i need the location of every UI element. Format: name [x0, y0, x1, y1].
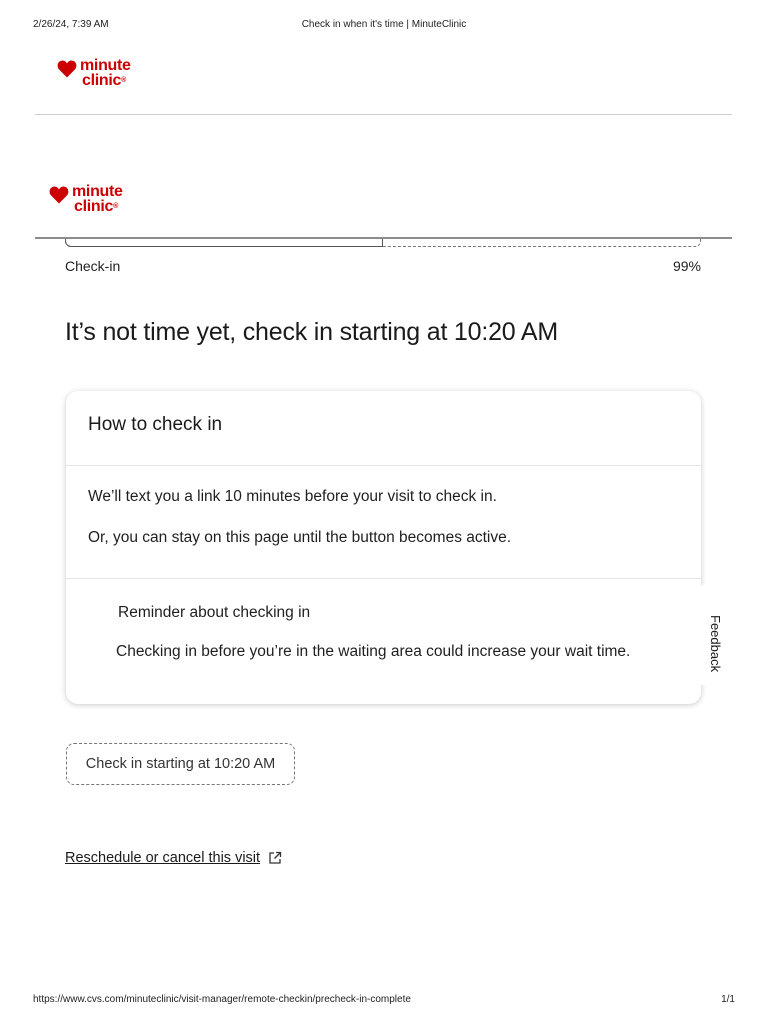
print-footer-page: 1/1 [721, 994, 735, 1005]
card-body-text-2: Or, you can stay on this page until the … [88, 529, 512, 546]
progress-step-label: Check-in [65, 258, 121, 274]
heart-icon [57, 60, 77, 78]
logo-word-clinic-wrap: clinic® [72, 198, 123, 215]
check-in-button[interactable]: Check in starting at 10:20 AM [66, 743, 295, 785]
logo-wordmark: minute clinic® [80, 57, 131, 89]
reminder-section: Reminder about checking in Checking in b… [66, 579, 701, 661]
minuteclinic-logo[interactable]: minute clinic® [57, 57, 131, 89]
heart-icon [49, 186, 69, 204]
logo-trademark: ® [121, 77, 126, 84]
page: 2/26/24, 7:39 AM Check in when it's time… [0, 0, 768, 1024]
how-to-check-in-card: How to check in We’ll text you a link 10… [66, 391, 701, 704]
logo-word-minute: minute [80, 57, 131, 74]
reminder-text: Checking in before you’re in the waiting… [116, 643, 631, 660]
reschedule-cancel-link[interactable]: Reschedule or cancel this visit [65, 850, 260, 866]
logo-word-clinic: clinic [82, 72, 122, 89]
logo-word-clinic-wrap: clinic® [80, 72, 131, 89]
page-title: It’s not time yet, check in starting at … [65, 318, 558, 346]
logo-wordmark: minute clinic® [72, 183, 123, 215]
card-body: We’ll text you a link 10 minutes before … [66, 466, 701, 579]
feedback-label: Feedback [708, 615, 723, 673]
external-link-icon [269, 851, 282, 864]
reminder-title: Reminder about checking in [118, 604, 311, 621]
logo-word-clinic: clinic [74, 198, 114, 215]
progress-fill [65, 239, 383, 247]
header-divider [35, 114, 732, 115]
minuteclinic-logo-main[interactable]: minute clinic® [49, 183, 123, 215]
feedback-tab[interactable]: Feedback [701, 585, 731, 685]
reschedule-link-wrap: Reschedule or cancel this visit [65, 850, 282, 866]
print-footer-url: https://www.cvs.com/minuteclinic/visit-m… [33, 994, 411, 1005]
print-title: Check in when it's time | MinuteClinic [301, 19, 467, 30]
progress-bar [65, 239, 701, 247]
logo-word-minute: minute [72, 183, 123, 200]
card-title: How to check in [66, 391, 701, 466]
card-body-text-1: We’ll text you a link 10 minutes before … [88, 488, 497, 505]
progress-percent: 99% [672, 258, 701, 274]
logo-trademark: ® [113, 203, 118, 210]
